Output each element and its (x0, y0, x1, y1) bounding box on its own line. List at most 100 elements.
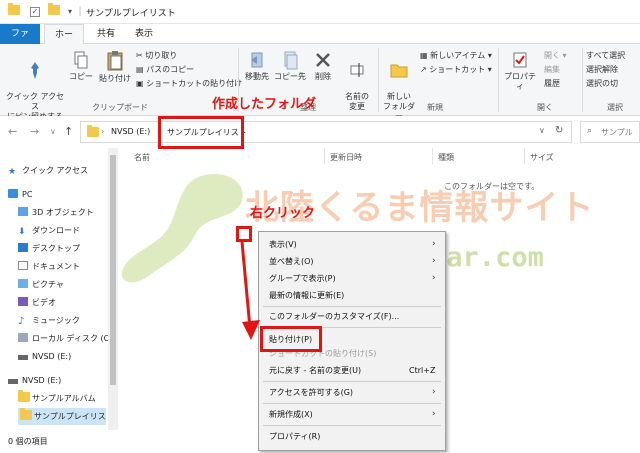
new-item-button[interactable]: ▦ 新しいアイテム ▾ (420, 50, 492, 61)
title-bar: ✓ ▾ | サンプルプレイリスト (0, 0, 640, 24)
column-date[interactable]: 更新日時 (330, 152, 362, 163)
address-bar[interactable]: › NVSD (E:) › サンプルプレイリスト ∨ ↻ (80, 121, 572, 143)
column-divider[interactable] (324, 148, 325, 164)
move-to-button[interactable]: 移動先 (242, 50, 272, 82)
group-new-label: 新規 (427, 103, 443, 112)
new-folder-quick-icon[interactable] (48, 3, 60, 18)
nav-item-nvsd[interactable]: NVSD (E:) (18, 348, 71, 365)
pin-quick-access-button[interactable]: クイック アクセス にピン留めする (4, 50, 66, 122)
menu-item-view[interactable]: 表示(V) (269, 237, 297, 253)
copy-path-button[interactable]: ▤ パスのコピー (136, 64, 194, 75)
tab-home[interactable]: ホーム (44, 24, 84, 60)
paste-button[interactable]: 貼り付け (98, 50, 132, 84)
nav-item-music[interactable]: ♪ ミュージック (18, 312, 80, 329)
item-count: 0 個の項目 (8, 437, 48, 446)
tab-view[interactable]: 表示 (126, 24, 162, 44)
search-box[interactable]: ⌕ サンプル (580, 121, 640, 143)
ribbon: クイック アクセス にピン留めする コピー 貼り付け ✂ 切り取り ▤ パスのコ… (0, 44, 640, 121)
menu-item-new[interactable]: 新規作成(X) (269, 407, 313, 423)
back-arrow-icon[interactable]: ← (8, 125, 17, 138)
submenu-arrow-icon: › (432, 239, 436, 249)
copy-to-button[interactable]: コピー先 (274, 50, 306, 82)
delete-button[interactable]: 削除 (310, 50, 336, 82)
nav-label: NVSD (E:) (22, 376, 62, 385)
ribbon-tabs: ファイル ホーム 共有 表示 (0, 24, 640, 60)
submenu-arrow-icon: › (432, 387, 436, 397)
invert-selection-button[interactable]: 選択の切 (586, 78, 618, 89)
clipboard-icon (107, 51, 123, 71)
menu-item-grant-access[interactable]: アクセスを許可する(G) (269, 385, 353, 401)
nav-item-nvsd-root[interactable]: NVSD (E:) (8, 372, 61, 389)
nav-item-pc[interactable]: PC (8, 186, 32, 203)
properties-check-icon[interactable]: ✓ (30, 7, 40, 17)
address-dropdown-icon[interactable]: ∨ (539, 126, 545, 135)
column-name[interactable]: 名前 (134, 152, 150, 163)
copy-icon (74, 51, 88, 69)
menu-separator (263, 381, 441, 382)
nav-label: ローカル ディスク (C:) (32, 334, 116, 343)
cut-label: 切り取り (145, 51, 178, 60)
nav-item-3d-objects[interactable]: 3D オブジェクト (18, 204, 94, 221)
nav-item-videos[interactable]: ビデオ (18, 294, 56, 311)
breadcrumb-drive[interactable]: NVSD (E:) (111, 127, 150, 136)
new-item-label: 新しいアイテム (430, 51, 486, 60)
menu-separator (263, 425, 441, 426)
breadcrumb-separator-icon: › (101, 127, 105, 136)
annotation-created-folder: 作成したフォルダ (212, 97, 317, 112)
shortcut-button[interactable]: ↗ ショートカット ▾ (420, 64, 492, 75)
menu-item-refresh[interactable]: 最新の情報に更新(E) (269, 288, 344, 304)
usb-drive-icon (18, 355, 28, 360)
paste-shortcut-button[interactable]: ▣ ショートカットの貼り付け (136, 78, 242, 89)
up-arrow-icon[interactable]: ↑ (64, 125, 73, 138)
submenu-arrow-icon: › (432, 273, 436, 283)
edit-button[interactable]: 編集 (544, 64, 560, 75)
tab-file[interactable]: ファイル (0, 24, 40, 59)
refresh-icon[interactable]: ↻ (555, 125, 563, 136)
forward-arrow-icon[interactable]: → (30, 125, 39, 138)
menu-item-group[interactable]: グループで表示(P) (269, 271, 336, 287)
menu-item-undo[interactable]: 元に戻す - 名前の変更(U) Ctrl+Z (269, 363, 435, 379)
nav-item-downloads[interactable]: ⬇ ダウンロード (18, 222, 80, 239)
tab-share[interactable]: 共有 (88, 24, 124, 44)
nav-item-pictures[interactable]: ピクチャ (18, 276, 64, 293)
properties-button[interactable]: プロパティ (502, 50, 538, 92)
nav-item-desktop[interactable]: デスクトップ (18, 240, 80, 257)
column-divider[interactable] (524, 148, 525, 164)
nav-item-album[interactable]: サンプルアルバム (18, 390, 96, 407)
move-to-icon (251, 52, 263, 68)
column-divider[interactable] (432, 148, 433, 164)
open-button[interactable]: 開く ▾ (544, 50, 567, 61)
select-all-button[interactable]: すべて選択 (586, 50, 625, 61)
menu-item-sort[interactable]: 並べ替え(O) (269, 254, 314, 270)
nav-item-local-disk[interactable]: ローカル ディスク (C:) (18, 330, 115, 347)
picture-icon (18, 279, 28, 288)
video-icon (18, 297, 28, 306)
pc-icon (8, 189, 18, 198)
shortcut-icon: ↗ (420, 65, 430, 74)
undo-shortcut: Ctrl+Z (409, 366, 436, 375)
nav-item-quick-access[interactable]: ★ クイック アクセス (8, 162, 88, 179)
paste-label: 貼り付け (99, 74, 131, 83)
menu-item-properties[interactable]: プロパティ(R) (269, 429, 320, 445)
menu-item-customize[interactable]: このフォルダーのカスタマイズ(F)... (269, 309, 399, 325)
annotation-box-paste (260, 326, 322, 352)
annotation-box-folder (158, 116, 244, 149)
history-button[interactable]: 履歴 (544, 78, 560, 89)
nav-label: デスクトップ (32, 244, 80, 253)
cut-button[interactable]: ✂ 切り取り (136, 50, 177, 61)
group-open-label: 開く (537, 103, 553, 112)
copy-button[interactable]: コピー (68, 50, 94, 82)
music-note-icon: ♪ (18, 316, 25, 327)
nav-label: ダウンロード (32, 226, 80, 235)
address-bar-row: ← → ∨ ↑ › NVSD (E:) › サンプルプレイリスト ∨ ↻ ⌕ サ… (0, 116, 640, 146)
column-size[interactable]: サイズ (530, 152, 554, 163)
recent-chevron-icon[interactable]: ∨ (50, 127, 56, 136)
select-none-button[interactable]: 選択解除 (586, 64, 618, 75)
folder-icon (87, 125, 99, 140)
nav-item-documents[interactable]: ドキュメント (18, 258, 80, 275)
ribbon-divider (498, 48, 499, 112)
nav-label: クイック アクセス (22, 166, 89, 175)
nav-item-playlist[interactable]: サンプルプレイリスト (18, 408, 114, 425)
drive-icon (18, 333, 28, 342)
column-type[interactable]: 種類 (438, 152, 454, 163)
